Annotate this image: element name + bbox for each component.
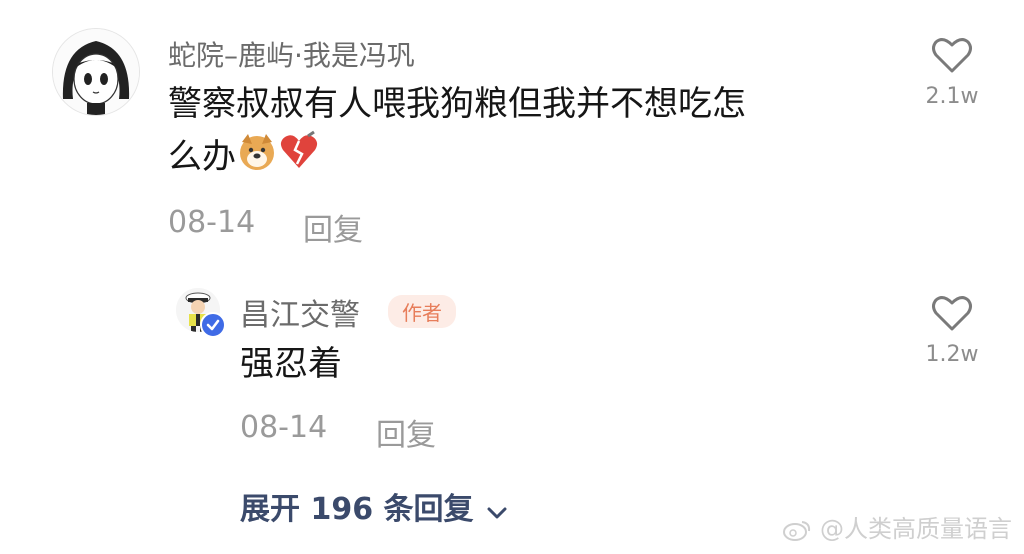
comment-reply-button[interactable]: 回复 [303,205,363,249]
expand-replies-label: 展开 196 条回复 [240,492,474,527]
expand-replies-button[interactable]: 展开 196 条回复 [240,484,508,528]
broken-heart-emoji-icon [278,130,320,187]
verified-badge-icon [200,312,226,338]
comment-text-line-2: 么办 [168,137,236,177]
comment-text-line-2-wrap: 么办 [168,130,320,187]
chevron-down-icon [486,493,508,528]
comment-date: 08-14 [168,205,256,240]
comment-username[interactable]: 蛇院–鹿屿·我是冯巩 [168,34,415,74]
reply-like-count: 1.2w [925,342,979,367]
doge-emoji-icon [236,130,278,187]
comment-text-line-1: 警察叔叔有人喂我狗粮但我并不想吃怎 [168,84,746,124]
user-avatar[interactable] [52,28,140,116]
reply-date: 08-14 [240,410,328,445]
comment-thread: 蛇院–鹿屿·我是冯巩 警察叔叔有人喂我狗粮但我并不想吃怎 么办 08-14 回复… [0,0,1024,554]
heart-outline-icon [932,38,972,73]
reply-reply-button[interactable]: 回复 [376,410,436,454]
author-badge: 作者 [388,295,456,328]
watermark: @人类高质量语言 [782,509,1012,544]
reply-username[interactable]: 昌江交警 [240,290,360,334]
reply-like-button[interactable]: 1.2w [912,294,992,367]
comment-like-button[interactable]: 2.1w [912,36,992,109]
reply-text: 强忍着 [240,344,342,384]
weibo-logo-icon [783,521,811,541]
anime-girl-avatar-icon [53,29,139,115]
comment-like-count: 2.1w [925,84,979,109]
watermark-text: @人类高质量语言 [820,515,1012,543]
heart-outline-icon [932,296,972,331]
